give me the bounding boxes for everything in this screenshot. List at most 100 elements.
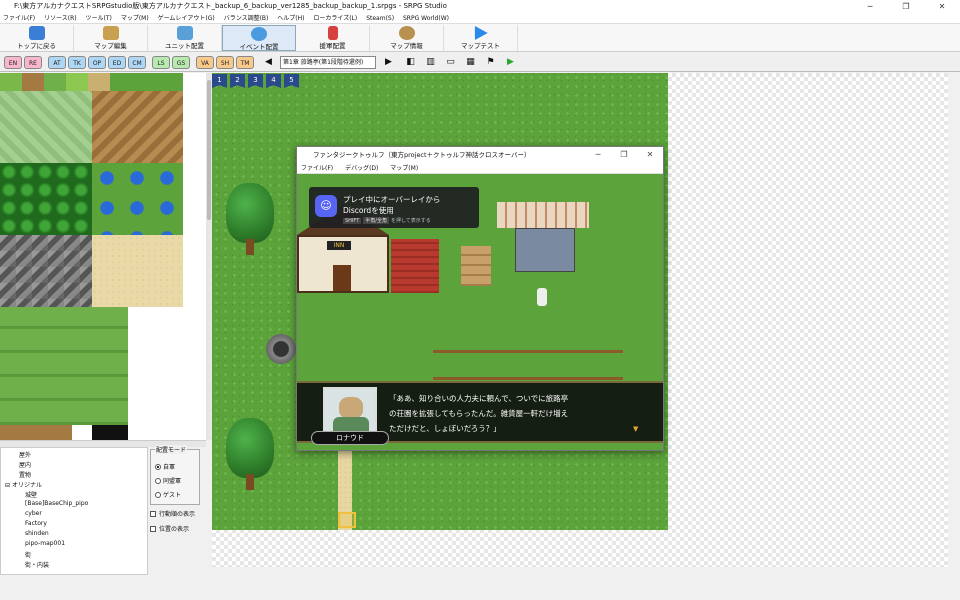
mode-radio-ally[interactable]: 同盟軍 <box>155 476 181 485</box>
window-icon[interactable]: ▭ <box>444 56 457 69</box>
main-toolbar: トップに戻る マップ編集 ユニット配置 イベント配置 援軍配置 マップ情報 マッ… <box>0 24 960 52</box>
collapse-icon: ⊟ <box>5 482 11 489</box>
game-menu-debug[interactable]: デバッグ(D) <box>345 165 378 172</box>
layer-cm-button[interactable]: CM <box>128 56 146 69</box>
tile-water <box>92 163 183 235</box>
layer-gs-button[interactable]: GS <box>172 56 190 69</box>
test-play-icon[interactable]: ▶ <box>504 56 517 69</box>
unit-icon <box>176 26 193 40</box>
map-edit-icon <box>102 26 119 40</box>
layer-ls-button[interactable]: LS <box>152 56 170 69</box>
inn-sign: INN <box>327 241 351 250</box>
message-text: 「ああ、知り合いの人力夫に頼んで、ついでに旅路亭 の荘園を拡張してもらったんだ。… <box>389 394 569 433</box>
layer-op-button[interactable]: OP <box>88 56 106 69</box>
placement-mode-label: 配置モード <box>155 445 188 454</box>
restore-button[interactable]: ❐ <box>888 0 924 13</box>
tree-item[interactable]: 城壁 <box>1 490 37 499</box>
tree-item[interactable]: 街・内装 <box>1 560 49 569</box>
flag-icon[interactable]: ⚑ <box>484 56 497 69</box>
back-to-top-button[interactable]: トップに戻る <box>0 25 74 51</box>
window-title: F:\東方アルカナクエストSRPGstudio版\東方アルカナクエスト_back… <box>0 0 960 13</box>
layer-view-icon[interactable]: ◧ <box>404 56 417 69</box>
event-placement-button[interactable]: イベント配置 <box>222 25 296 51</box>
tree-item[interactable]: 屋内 <box>1 460 31 469</box>
layer-tm-button[interactable]: TM <box>236 56 254 69</box>
tile-bottom-dark <box>92 425 128 440</box>
map-edit-button[interactable]: マップ編集 <box>74 25 148 51</box>
menu-resource[interactable]: リソース(R) <box>44 15 77 22</box>
unit-placement-button[interactable]: ユニット配置 <box>148 25 222 51</box>
menu-srpg-world[interactable]: SRPG World(W) <box>403 15 449 22</box>
menu-steam[interactable]: Steam(S) <box>366 15 394 22</box>
back-arrow-icon <box>28 26 45 40</box>
tileset-icon[interactable]: ▦ <box>464 56 477 69</box>
tree-item[interactable]: 置物 <box>1 470 31 479</box>
store-awning <box>497 202 589 228</box>
show-position-checkbox[interactable]: 位置の表示 <box>150 524 189 533</box>
layer-tk-button[interactable]: TK <box>68 56 86 69</box>
menu-map[interactable]: マップ(M) <box>121 15 149 22</box>
tree-item-folder[interactable]: ⊟ オリジナル <box>1 480 42 489</box>
well-object <box>266 334 296 364</box>
layer-at-button[interactable]: AT <box>48 56 66 69</box>
tile-grass-light <box>0 91 92 163</box>
next-map-button[interactable]: ▶ <box>382 56 395 69</box>
next-message-icon[interactable]: ▼ <box>633 425 638 433</box>
game-menu-map[interactable]: マップ(M) <box>390 165 418 172</box>
grid-icon[interactable]: ▥ <box>424 56 437 69</box>
menu-help[interactable]: ヘルプ(H) <box>277 15 304 22</box>
menu-localize[interactable]: ローカライズ(L) <box>313 15 357 22</box>
menu-bar: ファイル(F) リソース(R) ツール(T) マップ(M) ゲームレイアウト(G… <box>0 13 960 24</box>
game-close-button[interactable]: ✕ <box>637 147 663 163</box>
map-test-button[interactable]: マップテスト <box>444 25 518 51</box>
menu-file[interactable]: ファイル(F) <box>3 15 35 22</box>
game-menu-file[interactable]: ファイル(F) <box>301 165 333 172</box>
minimize-button[interactable]: ─ <box>852 0 888 13</box>
game-minimize-button[interactable]: ─ <box>585 147 611 163</box>
checkbox-icon <box>150 526 156 532</box>
game-test-window[interactable]: ファンタジークトゥルフ（東方project＋クトゥルフ神話クロスオーバー） ─ … <box>296 146 664 451</box>
map-selector[interactable]: 第1章 旅路亭(第1段階待還例) <box>280 56 376 69</box>
radio-icon <box>155 492 161 498</box>
tree-item[interactable]: cyber <box>1 510 42 517</box>
menu-balance[interactable]: バランス調整(B) <box>224 15 269 22</box>
tree-item[interactable]: Factory <box>1 520 47 527</box>
palette-scrollbar-thumb[interactable] <box>207 80 211 220</box>
event-cursor-tile[interactable] <box>338 512 356 528</box>
previous-map-button[interactable]: ◀ <box>262 56 275 69</box>
tree-item[interactable]: 屋外 <box>1 450 31 459</box>
tree-item[interactable]: [Base]BaseChip_pipo <box>1 500 88 507</box>
layer-va-button[interactable]: VA <box>196 56 214 69</box>
message-window[interactable]: ロナウド 「ああ、知り合いの人力夫に頼んで、ついでに旅路亭 の荘園を拡張してもら… <box>297 381 663 445</box>
tile-palette[interactable] <box>0 73 206 440</box>
tile-rock <box>0 235 92 307</box>
fence-object <box>433 350 623 380</box>
mode-radio-guest[interactable]: ゲスト <box>155 490 181 499</box>
tree-item[interactable]: shinden <box>1 530 49 537</box>
map-vertical-scrollbar[interactable] <box>948 73 960 567</box>
mode-radio-own[interactable]: 自軍 <box>155 462 175 471</box>
reinforcement-placement-button[interactable]: 援軍配置 <box>296 25 370 51</box>
layer-en-button[interactable]: EN <box>4 56 22 69</box>
menu-game-layout[interactable]: ゲームレイアウト(G) <box>158 15 215 22</box>
map-info-button[interactable]: マップ情報 <box>370 25 444 51</box>
discord-overlay-notice[interactable]: ☺ プレイ中にオーバーレイから Discordを使用 SHIFT 半角/全角 を押し… <box>309 187 479 228</box>
close-button[interactable]: ✕ <box>924 0 960 13</box>
game-maximize-button[interactable]: ❐ <box>611 147 637 163</box>
red-flag-icon <box>327 26 338 40</box>
discord-icon: ☺ <box>315 195 337 217</box>
menu-tool[interactable]: ツール(T) <box>86 15 112 22</box>
tile-dirt <box>92 91 183 163</box>
tree-item[interactable]: pipo-map001 <box>1 540 65 547</box>
show-action-order-checkbox[interactable]: 行動順の表示 <box>150 509 195 518</box>
tree-item[interactable]: 街 <box>1 550 31 559</box>
map-horizontal-scrollbar[interactable] <box>212 567 948 575</box>
speaker-name: ロナウド <box>311 431 389 445</box>
layer-re-button[interactable]: RE <box>24 56 42 69</box>
tile-cliffs <box>0 307 128 425</box>
layer-ed-button[interactable]: ED <box>108 56 126 69</box>
layer-sh-button[interactable]: SH <box>216 56 234 69</box>
gear-icon <box>398 26 415 40</box>
brick-house <box>391 239 439 293</box>
portrait-head <box>339 397 363 419</box>
